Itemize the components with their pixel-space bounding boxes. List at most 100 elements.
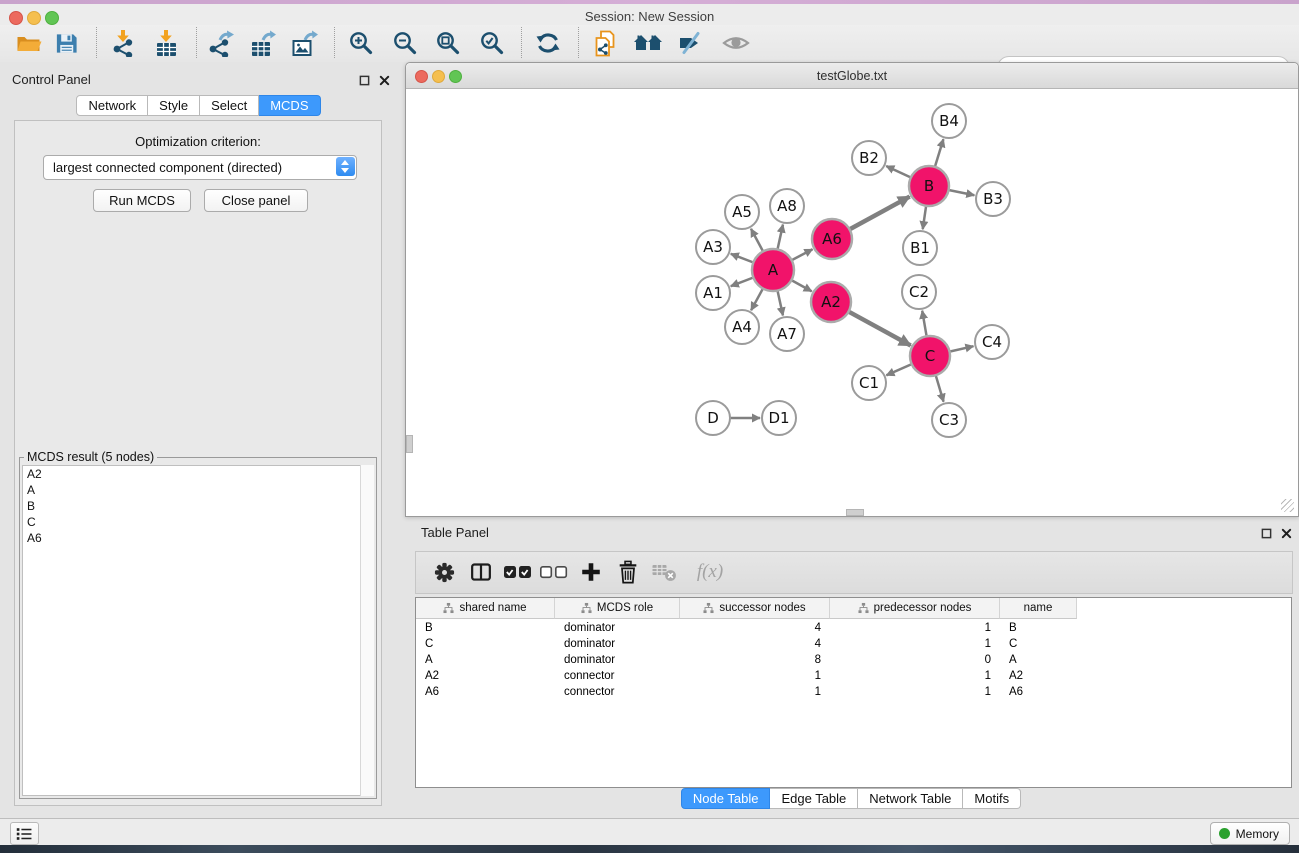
table-cell[interactable]: connector xyxy=(555,684,680,700)
table-cell[interactable]: B xyxy=(1000,620,1077,636)
edge-A-A6[interactable] xyxy=(792,249,813,260)
edge-A-A2[interactable] xyxy=(791,280,811,291)
node-A1[interactable]: A1 xyxy=(696,276,730,310)
result-item[interactable]: C xyxy=(23,514,373,530)
zoom-out-button[interactable] xyxy=(387,28,423,58)
open-session-button[interactable] xyxy=(10,28,46,58)
node-B-selected[interactable]: B xyxy=(909,166,949,206)
column-header-name[interactable]: name xyxy=(1000,598,1077,619)
column-header-shared-name[interactable]: shared name xyxy=(416,598,555,619)
hide-labels-button[interactable] xyxy=(672,28,708,58)
tab-mcds[interactable]: MCDS xyxy=(259,95,320,116)
node-A5[interactable]: A5 xyxy=(725,195,759,229)
import-table-button[interactable] xyxy=(148,28,184,58)
node-A7[interactable]: A7 xyxy=(770,317,804,351)
table-cell[interactable]: 1 xyxy=(680,684,830,700)
node-B3[interactable]: B3 xyxy=(976,182,1010,216)
table-cell[interactable]: A2 xyxy=(1000,668,1077,684)
edge-A-A7[interactable] xyxy=(777,291,782,316)
table-cell[interactable]: A xyxy=(416,652,555,668)
table-cell[interactable]: A2 xyxy=(416,668,555,684)
table-cell[interactable]: C xyxy=(1000,636,1077,652)
show-column-button[interactable] xyxy=(465,558,497,586)
node-C2[interactable]: C2 xyxy=(902,275,936,309)
zoom-in-button[interactable] xyxy=(343,28,379,58)
node-A3[interactable]: A3 xyxy=(696,230,730,264)
result-list-scrollbar[interactable] xyxy=(360,465,374,796)
table-cell[interactable]: 1 xyxy=(830,636,1000,652)
window-resize-grip[interactable] xyxy=(1281,499,1294,512)
edge-C-C4[interactable] xyxy=(950,346,974,351)
node-B4[interactable]: B4 xyxy=(932,104,966,138)
node-B1[interactable]: B1 xyxy=(903,231,937,265)
delete-column-button[interactable] xyxy=(612,558,644,586)
table-float-icon[interactable] xyxy=(1261,526,1272,544)
result-item[interactable]: A2 xyxy=(23,466,373,482)
clone-network-button[interactable] xyxy=(588,28,624,58)
node-B2[interactable]: B2 xyxy=(852,141,886,175)
column-header-successor-nodes[interactable]: successor nodes xyxy=(680,598,830,619)
table-cell[interactable]: B xyxy=(416,620,555,636)
import-network-button[interactable] xyxy=(105,28,141,58)
result-item[interactable]: A xyxy=(23,482,373,498)
node-C-selected[interactable]: C xyxy=(910,336,950,376)
edge-B-B2[interactable] xyxy=(886,166,911,178)
add-column-button[interactable] xyxy=(575,558,607,586)
node-D[interactable]: D xyxy=(696,401,730,435)
table-cell[interactable]: connector xyxy=(555,668,680,684)
tab-node-table[interactable]: Node Table xyxy=(681,788,771,809)
column-header-predecessor-nodes[interactable]: predecessor nodes xyxy=(830,598,1000,619)
table-cell[interactable]: 4 xyxy=(680,620,830,636)
node-A4[interactable]: A4 xyxy=(725,310,759,344)
edge-C-C2[interactable] xyxy=(922,311,926,337)
table-cell[interactable]: 8 xyxy=(680,652,830,668)
table-cell[interactable]: 1 xyxy=(830,668,1000,684)
edge-A6-B[interactable] xyxy=(850,197,910,230)
refresh-button[interactable] xyxy=(530,28,566,58)
node-C4[interactable]: C4 xyxy=(975,325,1009,359)
table-cell[interactable]: dominator xyxy=(555,652,680,668)
result-item[interactable]: B xyxy=(23,498,373,514)
memory-button[interactable]: Memory xyxy=(1210,822,1290,845)
float-panel-icon[interactable] xyxy=(359,73,370,91)
select-all-button[interactable] xyxy=(502,558,534,586)
tab-network[interactable]: Network xyxy=(76,95,148,116)
edge-A-A3[interactable] xyxy=(731,254,754,263)
save-session-button[interactable] xyxy=(48,28,84,58)
unselect-all-button[interactable] xyxy=(538,558,570,586)
table-cell[interactable]: A xyxy=(1000,652,1077,668)
export-network-button[interactable] xyxy=(202,28,238,58)
edge-B-B3[interactable] xyxy=(949,190,975,195)
tab-network-table[interactable]: Network Table xyxy=(858,788,963,809)
show-view-button[interactable] xyxy=(718,28,754,58)
table-cell[interactable]: dominator xyxy=(555,636,680,652)
close-panel-button[interactable]: Close panel xyxy=(204,189,308,212)
node-A6-selected[interactable]: A6 xyxy=(812,219,852,259)
vertical-scrollbar-nub[interactable] xyxy=(406,435,413,453)
edge-B-B1[interactable] xyxy=(923,206,926,229)
table-cell[interactable]: A6 xyxy=(416,684,555,700)
table-cell[interactable]: 1 xyxy=(830,620,1000,636)
table-cell[interactable]: C xyxy=(416,636,555,652)
edge-C-C1[interactable] xyxy=(886,364,911,375)
node-C3[interactable]: C3 xyxy=(932,403,966,437)
horizontal-scrollbar-nub[interactable] xyxy=(846,509,864,516)
column-header-mcds-role[interactable]: MCDS role xyxy=(555,598,680,619)
tab-style[interactable]: Style xyxy=(148,95,200,116)
table-close-icon[interactable] xyxy=(1281,526,1292,544)
edge-A-A1[interactable] xyxy=(731,278,754,287)
export-image-button[interactable] xyxy=(286,28,322,58)
run-mcds-button[interactable]: Run MCDS xyxy=(93,189,191,212)
tab-edge-table[interactable]: Edge Table xyxy=(770,788,858,809)
zoom-fit-content-button[interactable] xyxy=(430,28,466,58)
criterion-select[interactable]: largest connected component (directed) xyxy=(43,155,357,180)
table-cell[interactable]: 1 xyxy=(830,684,1000,700)
node-D1[interactable]: D1 xyxy=(762,401,796,435)
table-settings-button[interactable] xyxy=(428,558,460,586)
close-panel-icon[interactable] xyxy=(379,73,390,91)
table-cell[interactable]: 1 xyxy=(680,668,830,684)
edge-A2-C[interactable] xyxy=(849,312,911,346)
show-home-button[interactable] xyxy=(630,28,666,58)
table-cell[interactable]: dominator xyxy=(555,620,680,636)
table-cell[interactable]: A6 xyxy=(1000,684,1077,700)
